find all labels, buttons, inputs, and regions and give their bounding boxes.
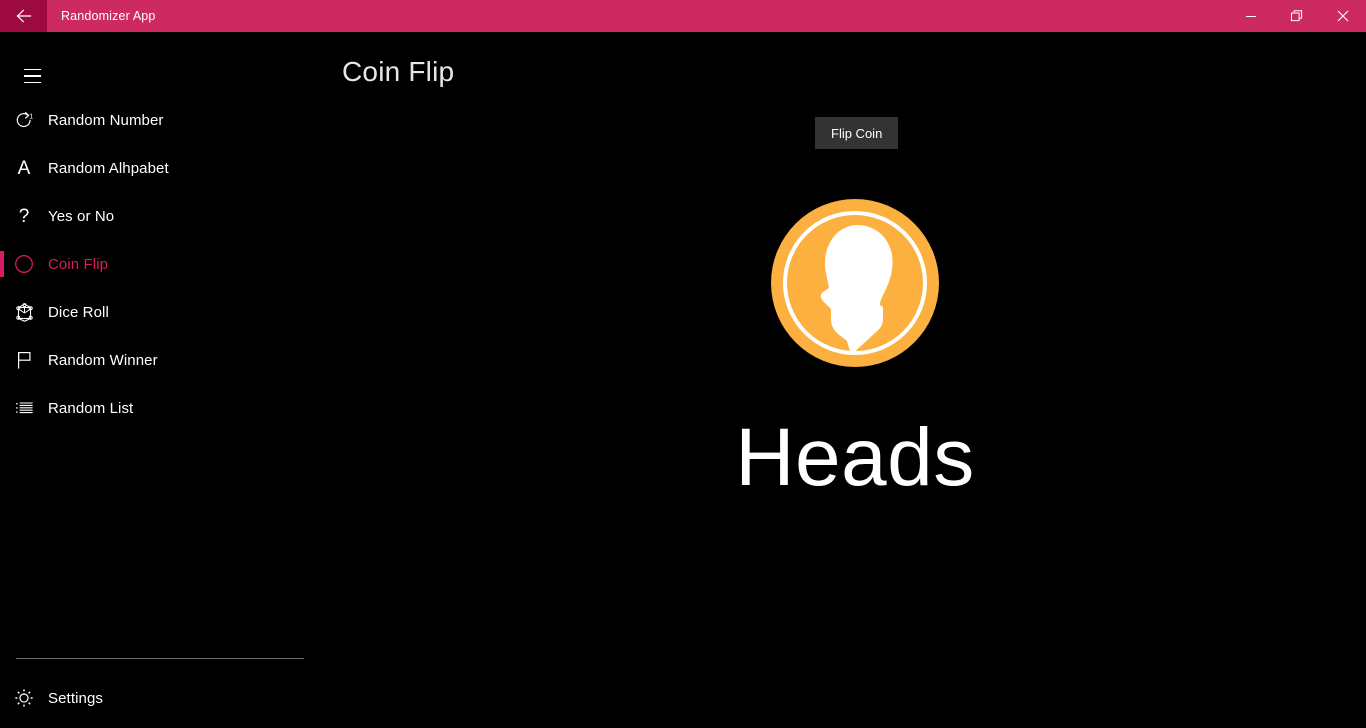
sidebar-item-settings[interactable]: Settings [0, 674, 320, 722]
question-mark-glyph: ? [18, 205, 30, 227]
minimize-icon [1246, 16, 1256, 17]
page-title: Coin Flip [342, 56, 455, 87]
restore-button[interactable] [1274, 0, 1320, 32]
list-icon [0, 384, 48, 432]
hamburger-menu-button[interactable] [8, 56, 56, 96]
sidebar-item-label: Random List [48, 399, 134, 417]
sidebar-item-yes-or-no[interactable]: ? Yes or No [0, 192, 320, 240]
sidebar-item-random-number[interactable]: 1 Random Number [0, 96, 320, 144]
window-controls [1228, 0, 1366, 32]
sidebar-item-label: Random Winner [48, 351, 158, 369]
sidebar-divider [16, 658, 304, 659]
flag-icon [0, 336, 48, 384]
refresh-one-icon: 1 [0, 96, 48, 144]
app-window: Randomizer App 1 Random Number A Random … [0, 0, 1366, 728]
sidebar-item-label: Dice Roll [48, 303, 109, 321]
gear-icon [0, 674, 48, 722]
sidebar-nav: 1 Random Number A Random Alhpabet ? Yes … [0, 96, 320, 432]
svg-text:1: 1 [29, 113, 33, 120]
sidebar-item-random-winner[interactable]: Random Winner [0, 336, 320, 384]
hamburger-icon-line [23, 81, 41, 84]
main-content: Coin Flip Flip Coin Heads [320, 32, 1366, 728]
sidebar-item-label: Random Number [48, 111, 164, 129]
close-button[interactable] [1320, 0, 1366, 32]
hamburger-icon-line [23, 75, 41, 77]
hamburger-icon-line [23, 68, 41, 71]
sidebar-item-random-alphabet[interactable]: A Random Alhpabet [0, 144, 320, 192]
flip-coin-button[interactable]: Flip Coin [815, 117, 899, 149]
sidebar-item-random-list[interactable]: Random List [0, 384, 320, 432]
app-title: Randomizer App [61, 9, 156, 23]
sidebar-item-label: Yes or No [48, 207, 115, 225]
title-bar: Randomizer App [0, 0, 1366, 32]
active-indicator [0, 251, 4, 277]
close-icon [1337, 10, 1349, 22]
question-mark-icon: ? [0, 192, 48, 240]
back-arrow-icon [16, 9, 31, 23]
minimize-button[interactable] [1228, 0, 1274, 32]
coin-result-text: Heads [735, 412, 975, 503]
letter-a-icon: A [0, 144, 48, 192]
circle-icon [0, 240, 48, 288]
back-button[interactable] [0, 0, 47, 32]
sidebar-item-label: Coin Flip [48, 255, 109, 273]
settings-label: Settings [48, 689, 103, 707]
sidebar-item-dice-roll[interactable]: Dice Roll [0, 288, 320, 336]
sidebar-item-label: Random Alhpabet [48, 159, 169, 177]
coin-heads-icon[interactable] [771, 199, 939, 367]
dice-cube-icon [0, 288, 48, 336]
letter-a-glyph: A [17, 157, 31, 179]
restore-icon [1290, 9, 1302, 21]
sidebar-item-coin-flip[interactable]: Coin Flip [0, 240, 320, 288]
sidebar: 1 Random Number A Random Alhpabet ? Yes … [0, 32, 320, 728]
